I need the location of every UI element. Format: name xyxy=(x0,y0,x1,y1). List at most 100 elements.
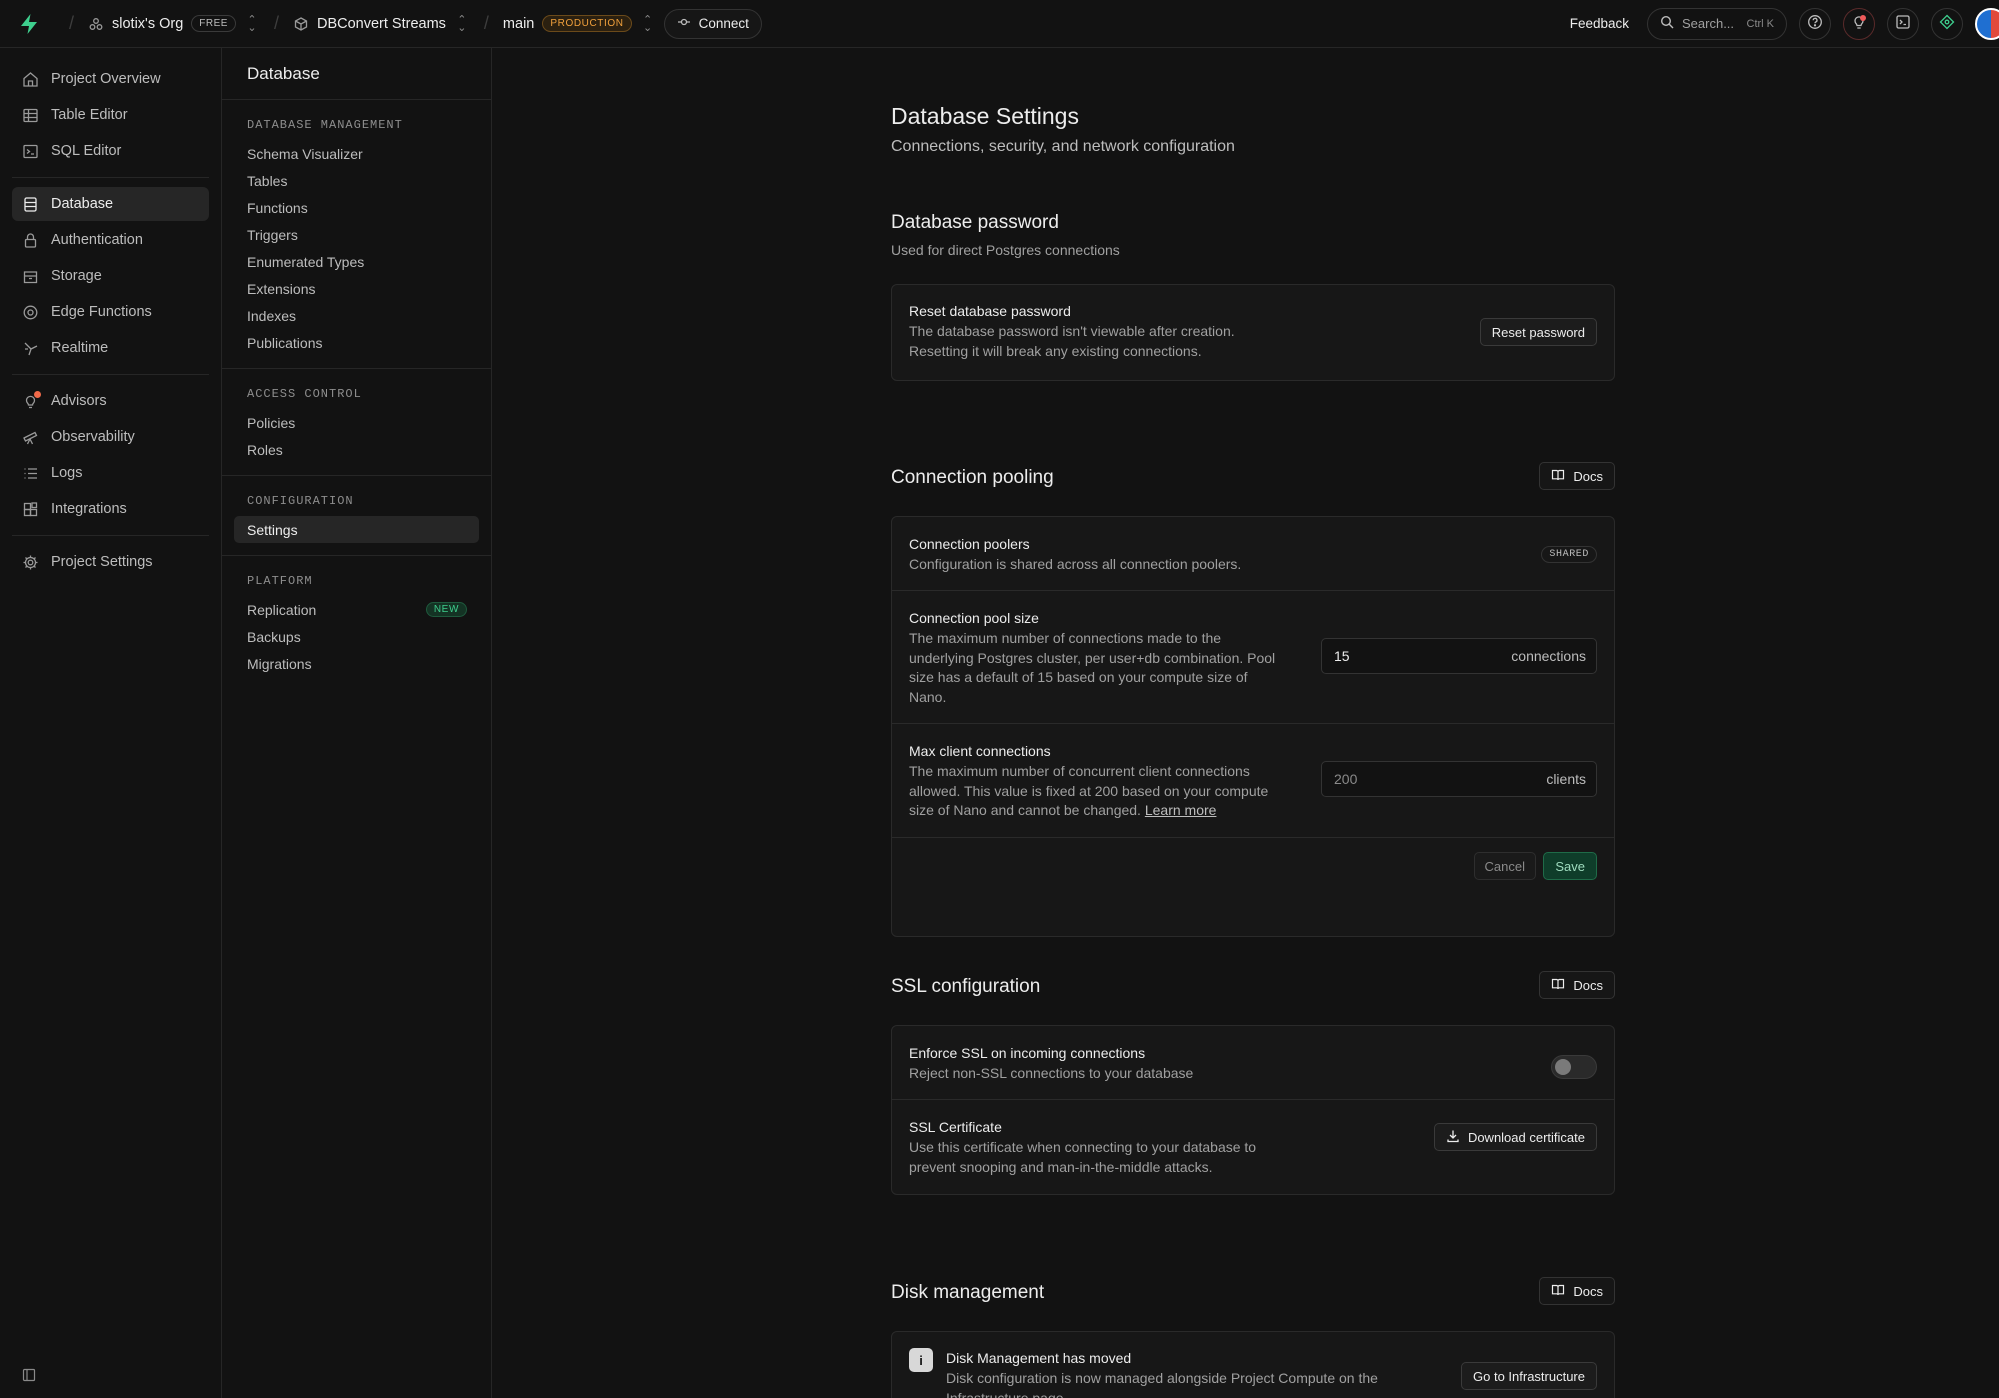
subnav-heading: CONFIGURATION xyxy=(247,494,354,508)
info-icon: i xyxy=(909,1348,933,1372)
box-icon xyxy=(293,16,309,32)
org-plan-badge: FREE xyxy=(191,15,236,32)
subnav-item-backups[interactable]: Backups xyxy=(234,623,479,650)
reset-password-row: Reset database password The database pas… xyxy=(892,285,1614,380)
cancel-button[interactable]: Cancel xyxy=(1473,852,1536,880)
user-avatar[interactable] xyxy=(1975,7,1999,40)
nav-project-overview[interactable]: Project Overview xyxy=(12,62,209,96)
max-client-row: Max client connections The maximum numbe… xyxy=(892,724,1614,838)
row-title: Connection pool size xyxy=(909,610,1039,626)
disk-notice-row: i Disk Management has moved Disk configu… xyxy=(892,1332,1614,1398)
chevrons-up-down-icon[interactable]: ⌃ ⌄ xyxy=(244,14,260,33)
password-card: Reset database password The database pas… xyxy=(891,284,1615,381)
assistant-button[interactable] xyxy=(1931,7,1963,40)
advisor-notifications-button[interactable] xyxy=(1843,7,1875,40)
chevrons-up-down-icon[interactable]: ⌃ ⌄ xyxy=(640,14,656,33)
terminal-button[interactable] xyxy=(1887,7,1919,40)
nav-divider xyxy=(12,535,209,536)
subnav-item-triggers[interactable]: Triggers xyxy=(234,221,479,248)
go-to-infrastructure-button[interactable]: Go to Infrastructure xyxy=(1461,1362,1597,1390)
org-switcher[interactable]: slotix's Org FREE ⌃ ⌄ xyxy=(88,14,260,33)
subnav-item-publications[interactable]: Publications xyxy=(234,329,479,356)
page-header: Database Settings Connections, security,… xyxy=(891,103,1615,156)
subnav-item-schema-visualizer[interactable]: Schema Visualizer xyxy=(234,140,479,167)
ssl-card: Enforce SSL on incoming connections Reje… xyxy=(891,1025,1615,1195)
subnav-item-roles[interactable]: Roles xyxy=(234,436,479,463)
docs-button[interactable]: Docs xyxy=(1539,971,1615,999)
nav-label: Database xyxy=(51,196,114,212)
breadcrumb-separator: / xyxy=(483,13,489,33)
branch-name: main xyxy=(502,15,535,32)
nav-realtime[interactable]: Realtime xyxy=(12,331,209,365)
reset-password-button[interactable]: Reset password xyxy=(1479,318,1597,346)
pool-size-unit: connections xyxy=(1511,648,1586,664)
nav-database[interactable]: Database xyxy=(12,187,209,221)
subnav-item-settings[interactable]: Settings xyxy=(234,516,479,543)
enforce-ssl-toggle[interactable] xyxy=(1551,1055,1597,1079)
toggle-knob xyxy=(1555,1059,1571,1075)
nav-storage[interactable]: Storage xyxy=(12,259,209,293)
subnav-item-policies[interactable]: Policies xyxy=(234,409,479,436)
nav-label: Storage xyxy=(51,268,102,284)
password-card-wrapper: Reset database password The database pas… xyxy=(891,284,1615,381)
database-sidebar: Database DATABASE MANAGEMENT Schema Visu… xyxy=(222,48,492,1398)
chevrons-up-down-icon[interactable]: ⌃ ⌄ xyxy=(454,14,470,33)
nav-advisors[interactable]: Advisors xyxy=(12,384,209,418)
section-title: Connection pooling xyxy=(891,467,1054,488)
subnav-item-indexes[interactable]: Indexes xyxy=(234,302,479,329)
branch-switcher[interactable]: main PRODUCTION ⌃ ⌄ xyxy=(502,14,656,33)
top-bar: / slotix's Org FREE ⌃ ⌄ / DBConvert Strea… xyxy=(0,0,1999,48)
help-button[interactable] xyxy=(1799,7,1831,40)
primary-sidebar: Project Overview Table Editor SQL Editor… xyxy=(0,48,222,1398)
nav-logs[interactable]: Logs xyxy=(12,456,209,490)
home-icon xyxy=(21,70,39,88)
nav-table-editor[interactable]: Table Editor xyxy=(12,98,209,132)
row-title: Max client connections xyxy=(909,743,1051,759)
save-button[interactable]: Save xyxy=(1543,852,1597,880)
subnav-title: Database xyxy=(222,48,491,100)
learn-more-link[interactable]: Learn more xyxy=(1145,802,1217,818)
book-icon xyxy=(1551,468,1565,485)
breadcrumb-separator: / xyxy=(273,13,279,33)
button-label: Download certificate xyxy=(1467,1129,1585,1145)
nav-sql-editor[interactable]: SQL Editor xyxy=(12,134,209,168)
search-shortcut: Ctrl K xyxy=(1746,17,1775,30)
feedback-button[interactable]: Feedback xyxy=(1570,16,1629,31)
nav-authentication[interactable]: Authentication xyxy=(12,223,209,257)
pooling-card-wrapper: Connection poolers Configuration is shar… xyxy=(891,516,1615,937)
nav-divider xyxy=(12,374,209,375)
subnav-item-enumerated-types[interactable]: Enumerated Types xyxy=(234,248,479,275)
subnav-item-functions[interactable]: Functions xyxy=(234,194,479,221)
section-database-password: Database password Used for direct Postgr… xyxy=(891,212,1615,258)
supabase-logo-icon[interactable] xyxy=(19,13,41,35)
download-certificate-button[interactable]: Download certificate xyxy=(1433,1123,1597,1151)
subnav-item-extensions[interactable]: Extensions xyxy=(234,275,479,302)
nav-label: Edge Functions xyxy=(51,304,152,320)
realtime-icon xyxy=(21,339,39,357)
subnav-item-label: Replication xyxy=(247,601,317,618)
blocks-icon xyxy=(21,500,39,518)
search-icon xyxy=(1660,15,1674,32)
docs-button[interactable]: Docs xyxy=(1539,1277,1615,1305)
pool-size-input[interactable]: 15 connections xyxy=(1321,638,1597,674)
disk-card: i Disk Management has moved Disk configu… xyxy=(891,1331,1615,1398)
connection-poolers-row: Connection poolers Configuration is shar… xyxy=(892,517,1614,591)
nav-edge-functions[interactable]: Edge Functions xyxy=(12,295,209,329)
search-button[interactable]: Search... Ctrl K xyxy=(1647,7,1787,40)
telescope-icon xyxy=(21,428,39,446)
nav-project-settings[interactable]: Project Settings xyxy=(12,545,209,579)
page-title: Database Settings xyxy=(891,103,1079,129)
sidebar-toggle-icon[interactable] xyxy=(22,1368,36,1386)
disk-card-wrapper: i Disk Management has moved Disk configu… xyxy=(891,1331,1615,1398)
nav-observability[interactable]: Observability xyxy=(12,420,209,454)
new-badge: NEW xyxy=(425,602,467,617)
subnav-item-tables[interactable]: Tables xyxy=(234,167,479,194)
subnav-item-migrations[interactable]: Migrations xyxy=(234,650,479,677)
subnav-item-replication[interactable]: Replication NEW xyxy=(234,596,479,623)
nav-divider xyxy=(12,177,209,178)
connect-button[interactable]: Connect xyxy=(663,8,762,39)
project-switcher[interactable]: DBConvert Streams ⌃ ⌄ xyxy=(293,14,470,33)
docs-button[interactable]: Docs xyxy=(1539,462,1615,490)
database-icon xyxy=(21,195,39,213)
nav-integrations[interactable]: Integrations xyxy=(12,492,209,526)
